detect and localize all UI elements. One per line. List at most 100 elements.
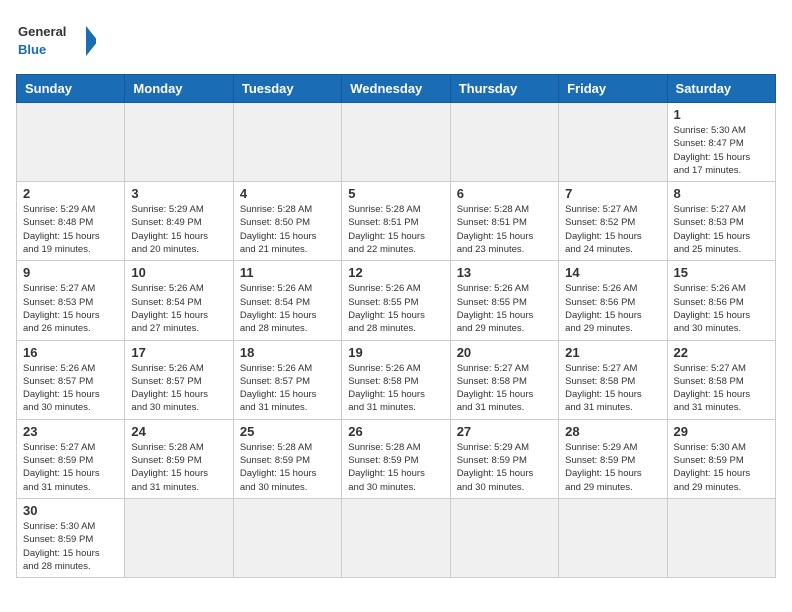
calendar-cell: 21 Sunrise: 5:27 AM Sunset: 8:58 PM Dayli… bbox=[559, 340, 667, 419]
day-info: Sunrise: 5:30 AM Sunset: 8:59 PM Dayligh… bbox=[23, 520, 118, 573]
day-number: 22 bbox=[674, 345, 769, 360]
calendar-cell: 15 Sunrise: 5:26 AM Sunset: 8:56 PM Dayli… bbox=[667, 261, 775, 340]
day-number: 9 bbox=[23, 265, 118, 280]
day-info: Sunrise: 5:28 AM Sunset: 8:59 PM Dayligh… bbox=[131, 441, 226, 494]
calendar-cell: 3 Sunrise: 5:29 AM Sunset: 8:49 PM Daylig… bbox=[125, 182, 233, 261]
day-number: 8 bbox=[674, 186, 769, 201]
day-number: 16 bbox=[23, 345, 118, 360]
day-info: Sunrise: 5:26 AM Sunset: 8:54 PM Dayligh… bbox=[240, 282, 335, 335]
calendar-cell bbox=[450, 498, 558, 577]
calendar-row-5: 23Sunrise: 5:27 AM Sunset: 8:59 PM Dayli… bbox=[17, 419, 776, 498]
day-number: 21 bbox=[565, 345, 660, 360]
calendar-cell bbox=[342, 103, 450, 182]
calendar-cell: 28 Sunrise: 5:29 AM Sunset: 8:59 PM Dayli… bbox=[559, 419, 667, 498]
day-info: Sunrise: 5:29 AM Sunset: 8:49 PM Dayligh… bbox=[131, 203, 226, 256]
day-number: 29 bbox=[674, 424, 769, 439]
day-info: Sunrise: 5:26 AM Sunset: 8:57 PM Dayligh… bbox=[240, 362, 335, 415]
calendar-cell bbox=[559, 103, 667, 182]
calendar-row-4: 16 Sunrise: 5:26 AM Sunset: 8:57 PM Dayli… bbox=[17, 340, 776, 419]
calendar-cell: 4 Sunrise: 5:28 AM Sunset: 8:50 PM Daylig… bbox=[233, 182, 341, 261]
calendar-cell: 12 Sunrise: 5:26 AM Sunset: 8:55 PM Dayli… bbox=[342, 261, 450, 340]
calendar-cell: 5 Sunrise: 5:28 AM Sunset: 8:51 PM Daylig… bbox=[342, 182, 450, 261]
calendar-cell: 9 Sunrise: 5:27 AM Sunset: 8:53 PM Daylig… bbox=[17, 261, 125, 340]
day-info: Sunrise: 5:26 AM Sunset: 8:55 PM Dayligh… bbox=[457, 282, 552, 335]
generalblue-logo: General Blue bbox=[16, 16, 96, 66]
calendar-cell: 24 Sunrise: 5:28 AM Sunset: 8:59 PM Dayli… bbox=[125, 419, 233, 498]
day-info: Sunrise: 5:26 AM Sunset: 8:56 PM Dayligh… bbox=[674, 282, 769, 335]
day-number: 24 bbox=[131, 424, 226, 439]
calendar-cell: 22Sunrise: 5:27 AM Sunset: 8:58 PM Dayli… bbox=[667, 340, 775, 419]
day-number: 15 bbox=[674, 265, 769, 280]
day-info: Sunrise: 5:28 AM Sunset: 8:51 PM Dayligh… bbox=[457, 203, 552, 256]
day-info: Sunrise: 5:26 AM Sunset: 8:54 PM Dayligh… bbox=[131, 282, 226, 335]
day-info: Sunrise: 5:27 AM Sunset: 8:53 PM Dayligh… bbox=[23, 282, 118, 335]
calendar-cell: 14 Sunrise: 5:26 AM Sunset: 8:56 PM Dayli… bbox=[559, 261, 667, 340]
day-info: Sunrise: 5:28 AM Sunset: 8:50 PM Dayligh… bbox=[240, 203, 335, 256]
day-info: Sunrise: 5:28 AM Sunset: 8:51 PM Dayligh… bbox=[348, 203, 443, 256]
day-number: 30 bbox=[23, 503, 118, 518]
day-info: Sunrise: 5:29 AM Sunset: 8:59 PM Dayligh… bbox=[565, 441, 660, 494]
calendar-cell: 16 Sunrise: 5:26 AM Sunset: 8:57 PM Dayli… bbox=[17, 340, 125, 419]
calendar-cell bbox=[342, 498, 450, 577]
day-number: 27 bbox=[457, 424, 552, 439]
day-info: Sunrise: 5:26 AM Sunset: 8:57 PM Dayligh… bbox=[23, 362, 118, 415]
day-info: Sunrise: 5:26 AM Sunset: 8:56 PM Dayligh… bbox=[565, 282, 660, 335]
calendar-cell: 18Sunrise: 5:26 AM Sunset: 8:57 PM Dayli… bbox=[233, 340, 341, 419]
calendar-cell: 20Sunrise: 5:27 AM Sunset: 8:58 PM Dayli… bbox=[450, 340, 558, 419]
calendar-cell: 29 Sunrise: 5:30 AM Sunset: 8:59 PM Dayli… bbox=[667, 419, 775, 498]
svg-text:Blue: Blue bbox=[18, 42, 46, 57]
svg-text:General: General bbox=[18, 24, 66, 39]
day-number: 28 bbox=[565, 424, 660, 439]
calendar-cell: 6 Sunrise: 5:28 AM Sunset: 8:51 PM Daylig… bbox=[450, 182, 558, 261]
day-info: Sunrise: 5:26 AM Sunset: 8:58 PM Dayligh… bbox=[348, 362, 443, 415]
day-info: Sunrise: 5:29 AM Sunset: 8:59 PM Dayligh… bbox=[457, 441, 552, 494]
calendar-header: General Blue bbox=[16, 16, 776, 66]
calendar-row-1: 1 Sunrise: 5:30 AM Sunset: 8:47 PM Daylig… bbox=[17, 103, 776, 182]
calendar-row-3: 9 Sunrise: 5:27 AM Sunset: 8:53 PM Daylig… bbox=[17, 261, 776, 340]
calendar-cell: 10 Sunrise: 5:26 AM Sunset: 8:54 PM Dayli… bbox=[125, 261, 233, 340]
calendar-cell: 7Sunrise: 5:27 AM Sunset: 8:52 PM Daylig… bbox=[559, 182, 667, 261]
calendar-cell bbox=[233, 103, 341, 182]
weekday-header-sunday: Sunday bbox=[17, 75, 125, 103]
calendar-row-2: 2 Sunrise: 5:29 AM Sunset: 8:48 PM Daylig… bbox=[17, 182, 776, 261]
day-number: 1 bbox=[674, 107, 769, 122]
day-info: Sunrise: 5:30 AM Sunset: 8:59 PM Dayligh… bbox=[674, 441, 769, 494]
day-number: 4 bbox=[240, 186, 335, 201]
day-info: Sunrise: 5:29 AM Sunset: 8:48 PM Dayligh… bbox=[23, 203, 118, 256]
day-number: 20 bbox=[457, 345, 552, 360]
day-info: Sunrise: 5:26 AM Sunset: 8:55 PM Dayligh… bbox=[348, 282, 443, 335]
day-info: Sunrise: 5:27 AM Sunset: 8:53 PM Dayligh… bbox=[674, 203, 769, 256]
calendar-cell: 23Sunrise: 5:27 AM Sunset: 8:59 PM Dayli… bbox=[17, 419, 125, 498]
day-info: Sunrise: 5:28 AM Sunset: 8:59 PM Dayligh… bbox=[240, 441, 335, 494]
logo: General Blue bbox=[16, 16, 96, 66]
day-number: 14 bbox=[565, 265, 660, 280]
calendar-cell bbox=[17, 103, 125, 182]
day-number: 13 bbox=[457, 265, 552, 280]
calendar-cell bbox=[667, 498, 775, 577]
day-info: Sunrise: 5:27 AM Sunset: 8:58 PM Dayligh… bbox=[565, 362, 660, 415]
day-info: Sunrise: 5:27 AM Sunset: 8:52 PM Dayligh… bbox=[565, 203, 660, 256]
day-number: 6 bbox=[457, 186, 552, 201]
day-number: 12 bbox=[348, 265, 443, 280]
calendar-cell: 25 Sunrise: 5:28 AM Sunset: 8:59 PM Dayli… bbox=[233, 419, 341, 498]
calendar-table: SundayMondayTuesdayWednesdayThursdayFrid… bbox=[16, 74, 776, 578]
day-number: 2 bbox=[23, 186, 118, 201]
day-info: Sunrise: 5:27 AM Sunset: 8:59 PM Dayligh… bbox=[23, 441, 118, 494]
calendar-cell: 13 Sunrise: 5:26 AM Sunset: 8:55 PM Dayli… bbox=[450, 261, 558, 340]
day-number: 25 bbox=[240, 424, 335, 439]
weekday-header-tuesday: Tuesday bbox=[233, 75, 341, 103]
day-number: 17 bbox=[131, 345, 226, 360]
calendar-cell: 19Sunrise: 5:26 AM Sunset: 8:58 PM Dayli… bbox=[342, 340, 450, 419]
calendar-cell: 30 Sunrise: 5:30 AM Sunset: 8:59 PM Dayli… bbox=[17, 498, 125, 577]
day-info: Sunrise: 5:30 AM Sunset: 8:47 PM Dayligh… bbox=[674, 124, 769, 177]
day-number: 3 bbox=[131, 186, 226, 201]
calendar-cell: 17Sunrise: 5:26 AM Sunset: 8:57 PM Dayli… bbox=[125, 340, 233, 419]
day-number: 5 bbox=[348, 186, 443, 201]
day-number: 10 bbox=[131, 265, 226, 280]
calendar-cell bbox=[125, 498, 233, 577]
calendar-cell: 8 Sunrise: 5:27 AM Sunset: 8:53 PM Daylig… bbox=[667, 182, 775, 261]
calendar-cell bbox=[125, 103, 233, 182]
day-info: Sunrise: 5:28 AM Sunset: 8:59 PM Dayligh… bbox=[348, 441, 443, 494]
weekday-header-row: SundayMondayTuesdayWednesdayThursdayFrid… bbox=[17, 75, 776, 103]
calendar-row-6: 30 Sunrise: 5:30 AM Sunset: 8:59 PM Dayli… bbox=[17, 498, 776, 577]
